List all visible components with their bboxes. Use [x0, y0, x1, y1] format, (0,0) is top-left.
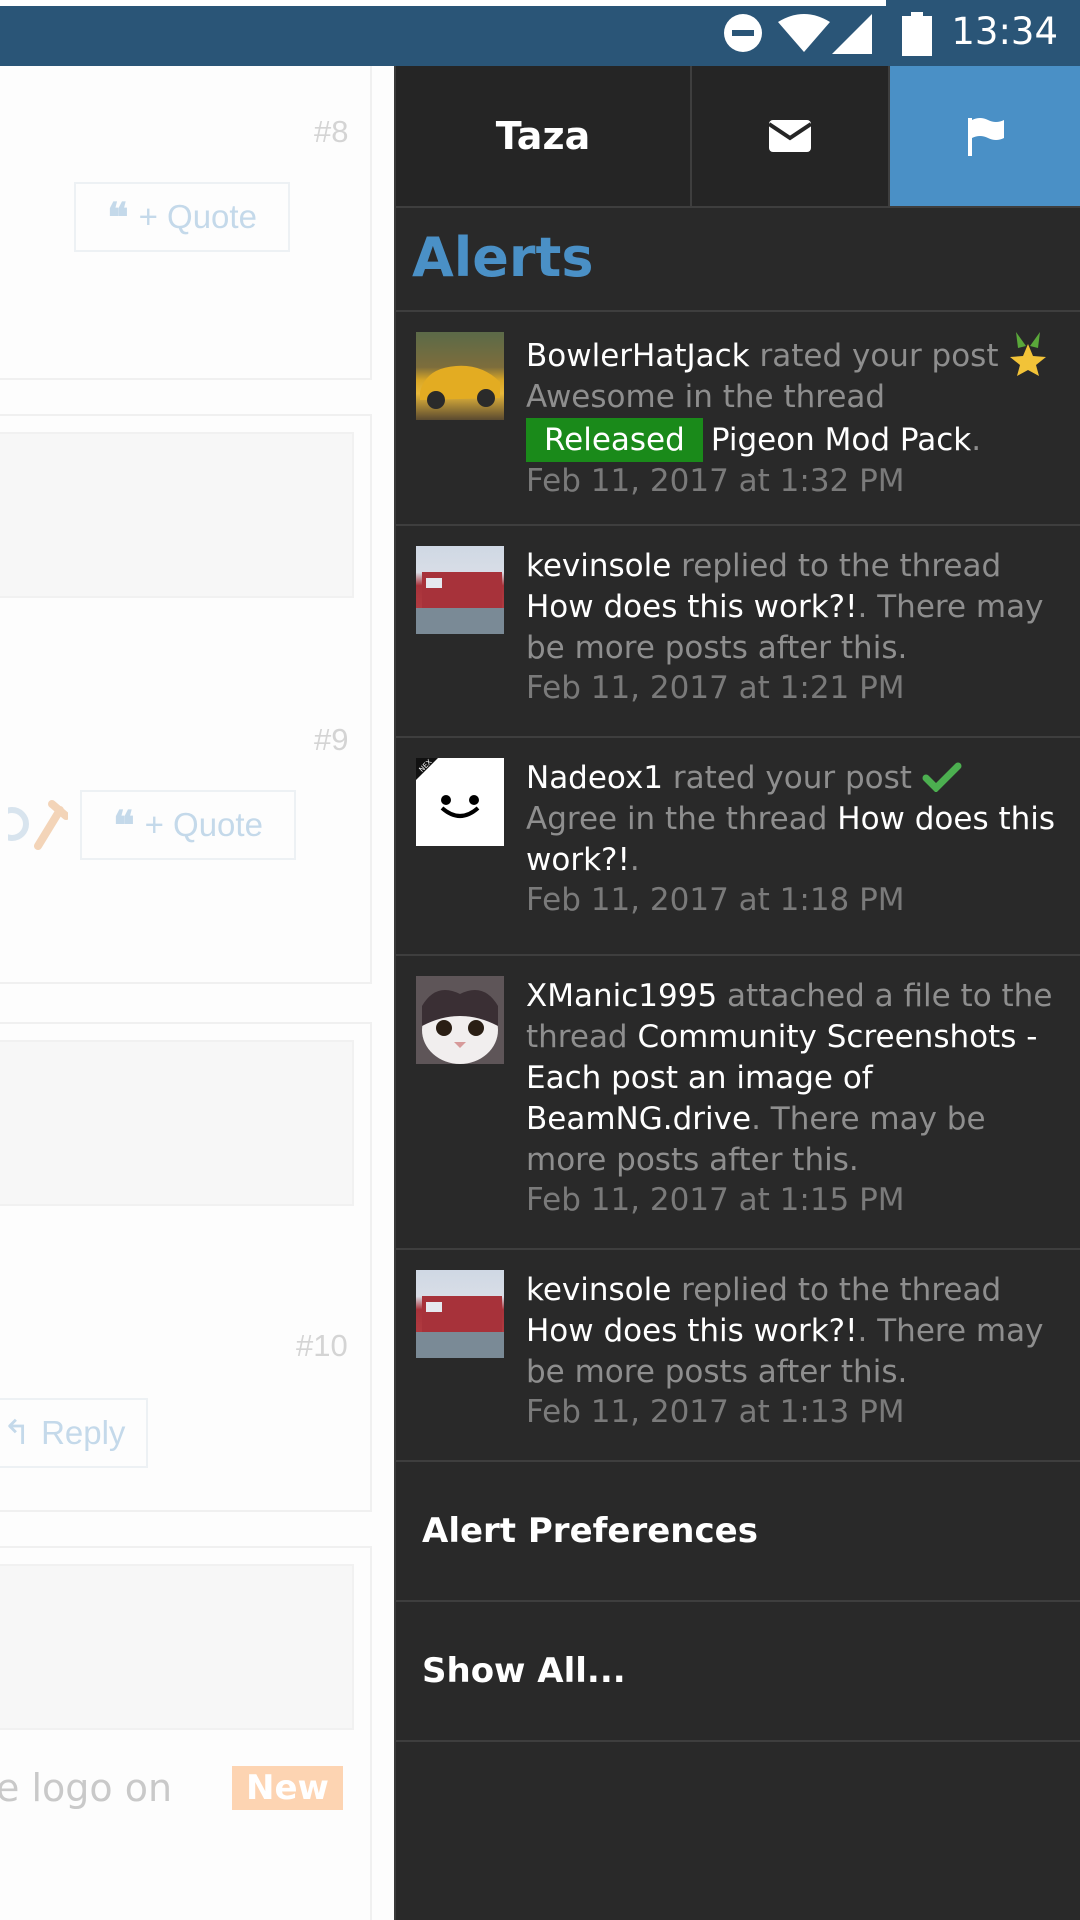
- post-number: #8: [314, 114, 349, 149]
- reply-icon: ↰: [2, 1414, 32, 1452]
- thread-prefix-badge: Released: [526, 418, 703, 462]
- quote-button[interactable]: ❝ + Quote: [80, 790, 296, 860]
- alert-text: kevinsole replied to the thread How does…: [526, 1270, 1066, 1431]
- wrench-icon: [8, 800, 68, 850]
- post-content-box: [0, 432, 354, 598]
- post-number: #10: [296, 1328, 348, 1363]
- alert-timestamp: Feb 11, 2017 at 1:13 PM: [526, 1394, 905, 1430]
- tab-messages[interactable]: [692, 66, 890, 208]
- envelope-icon: [769, 120, 811, 152]
- show-all-alerts-link[interactable]: Show All...: [396, 1602, 1080, 1742]
- alert-preferences-link[interactable]: Alert Preferences: [396, 1462, 1080, 1602]
- alert-item[interactable]: BowlerHatJack rated your post Awesome in…: [396, 312, 1080, 526]
- reply-button[interactable]: ↰ Reply: [0, 1398, 148, 1468]
- battery-icon: [902, 12, 932, 56]
- alert-item[interactable]: kevinsole replied to the thread How does…: [396, 1250, 1080, 1462]
- alert-username[interactable]: XManic1995: [526, 978, 717, 1014]
- alert-timestamp: Feb 11, 2017 at 1:32 PM: [526, 463, 905, 499]
- quote-icon: ❝: [113, 801, 135, 849]
- alerts-drawer: Taza Alerts BowlerHatJack rated your pos…: [394, 66, 1080, 1920]
- drawer-tabs: Taza: [396, 66, 1080, 208]
- alert-username[interactable]: kevinsole: [526, 1272, 671, 1308]
- alert-text: XManic1995 attached a file to the thread…: [526, 976, 1066, 1219]
- alert-thread-link[interactable]: Pigeon Mod Pack: [711, 422, 971, 458]
- wifi-icon: [778, 14, 830, 52]
- post-content-box: [0, 1564, 354, 1730]
- alert-item[interactable]: kevinsole replied to the thread How does…: [396, 526, 1080, 738]
- post-number: #9: [314, 722, 349, 757]
- alert-timestamp: Feb 11, 2017 at 1:21 PM: [526, 670, 905, 706]
- status-bar: 13:34: [0, 0, 1080, 66]
- flag-icon: [968, 118, 1004, 156]
- alert-username[interactable]: Nadeox1: [526, 760, 663, 796]
- quote-icon: ❝: [107, 193, 129, 241]
- tab-user[interactable]: Taza: [396, 66, 692, 208]
- alert-thread-link[interactable]: How does this work?!: [526, 589, 858, 625]
- do-not-disturb-icon: [724, 14, 762, 52]
- check-icon: [922, 762, 962, 793]
- star-medal-icon: [1010, 332, 1047, 376]
- post-content-box: [0, 1040, 354, 1206]
- user-avatar[interactable]: [416, 546, 504, 634]
- alert-text: Nadeox1 rated your post Agree in the thr…: [526, 758, 1066, 919]
- alert-text: BowlerHatJack rated your post Awesome in…: [526, 332, 1066, 500]
- cell-signal-icon: [832, 14, 872, 54]
- alert-thread-link[interactable]: How does this work?!: [526, 1313, 858, 1349]
- alert-text: kevinsole replied to the thread How does…: [526, 546, 1066, 707]
- new-badge: New: [232, 1766, 343, 1810]
- user-avatar[interactable]: [416, 332, 504, 420]
- alert-timestamp: Feb 11, 2017 at 1:18 PM: [526, 882, 905, 918]
- thread-page-background: #8 ❝ + Quote #9 ❝ + Quote #10 ↰ Reply e …: [0, 66, 394, 1920]
- alert-username[interactable]: kevinsole: [526, 548, 671, 584]
- alert-timestamp: Feb 11, 2017 at 1:15 PM: [526, 1182, 905, 1218]
- tab-alerts[interactable]: [890, 66, 1080, 208]
- user-avatar[interactable]: [416, 976, 504, 1064]
- quote-button[interactable]: ❝ + Quote: [74, 182, 290, 252]
- alert-item[interactable]: XManic1995 attached a file to the thread…: [396, 956, 1080, 1250]
- user-avatar[interactable]: NEX: [416, 758, 504, 846]
- alert-item[interactable]: NEX Nadeox1 rated your post Agree in the…: [396, 738, 1080, 956]
- user-avatar[interactable]: [416, 1270, 504, 1358]
- page-title: Alerts: [412, 226, 594, 289]
- page-load-progress: [0, 0, 886, 6]
- alert-username[interactable]: BowlerHatJack: [526, 338, 750, 374]
- thread-title-fragment: e logo on: [0, 1766, 173, 1810]
- clock: 13:34: [951, 10, 1058, 53]
